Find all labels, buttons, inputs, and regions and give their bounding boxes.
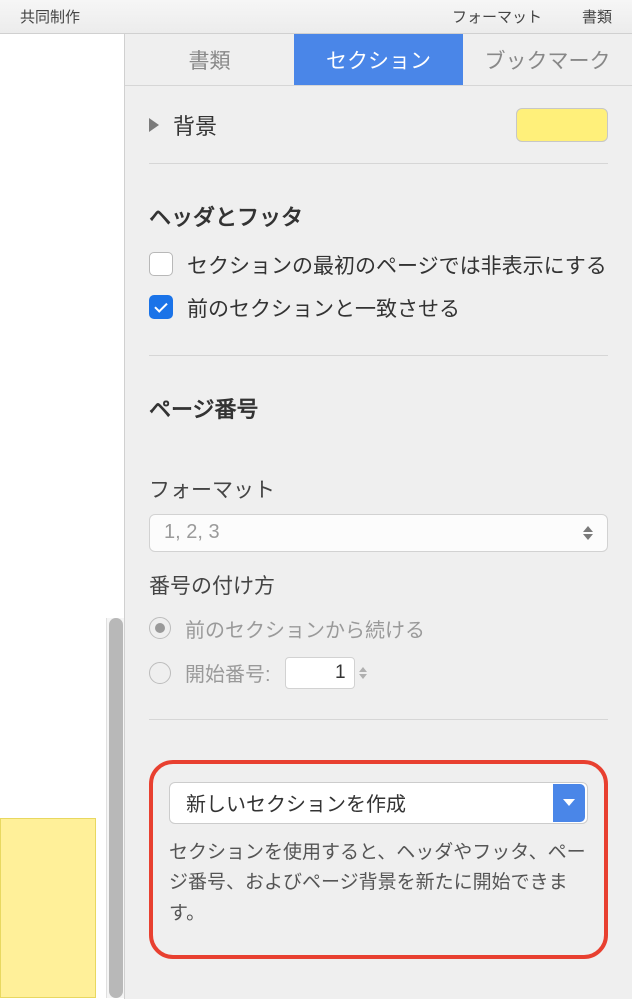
start-at-stepper[interactable] xyxy=(359,667,367,679)
chevron-down-icon xyxy=(583,534,593,540)
match-previous-checkbox[interactable] xyxy=(149,295,173,319)
format-label: フォーマット xyxy=(149,474,608,504)
inspector-tabs: 書類 セクション ブックマーク xyxy=(125,34,632,86)
chevron-down-icon xyxy=(359,674,367,679)
create-section-highlight: 新しいセクションを作成 セクションを使用すると、ヘッダやフッタ、ページ番号、およ… xyxy=(149,760,608,959)
continue-radio-label: 前のセクションから続ける xyxy=(185,614,425,643)
match-previous-label: 前のセクションと一致させる xyxy=(187,295,460,324)
tab-document[interactable]: 書類 xyxy=(125,34,294,85)
checkmark-icon xyxy=(154,299,167,312)
start-at-value: 1 xyxy=(335,662,346,684)
hide-first-page-checkbox[interactable] xyxy=(149,252,173,276)
canvas-area xyxy=(0,34,124,999)
create-section-select[interactable]: 新しいセクションを作成 xyxy=(169,782,588,824)
create-section-help: セクションを使用すると、ヘッダやフッタ、ページ番号、およびページ背景を新たに開始… xyxy=(169,838,588,929)
chevron-down-icon xyxy=(563,799,575,806)
headers-footers-title: ヘッダとフッタ xyxy=(149,200,608,232)
continue-radio[interactable] xyxy=(149,617,171,639)
tab-bookmarks[interactable]: ブックマーク xyxy=(463,34,632,85)
start-at-input[interactable]: 1 xyxy=(285,657,355,689)
create-section-label: 新しいセクションを作成 xyxy=(186,788,406,817)
tab-section[interactable]: セクション xyxy=(294,34,463,85)
hide-first-page-label: セクションの最初のページでは非表示にする xyxy=(187,252,607,281)
toolbar: 共同制作 フォーマット 書類 xyxy=(0,0,632,34)
scrollbar-thumb[interactable] xyxy=(109,618,123,998)
toolbar-collaborate[interactable]: 共同制作 xyxy=(20,6,80,27)
toolbar-document[interactable]: 書類 xyxy=(582,6,612,27)
page-numbers-title: ページ番号 xyxy=(149,392,608,424)
chevron-up-icon xyxy=(583,526,593,532)
start-at-radio[interactable] xyxy=(149,662,171,684)
background-label: 背景 xyxy=(173,109,217,141)
background-color-well[interactable] xyxy=(516,108,608,142)
inspector-panel: 書類 セクション ブックマーク 背景 ヘッダとフッタ セクションの最初のページで… xyxy=(124,34,632,999)
numbering-label: 番号の付け方 xyxy=(149,570,608,600)
format-select[interactable]: 1, 2, 3 xyxy=(149,514,608,552)
scrollbar[interactable] xyxy=(106,618,124,998)
background-row[interactable]: 背景 xyxy=(149,86,608,164)
disclosure-triangle-icon[interactable] xyxy=(149,118,159,132)
toolbar-format[interactable]: フォーマット xyxy=(452,6,542,27)
start-at-radio-label: 開始番号: xyxy=(185,658,271,687)
dropdown-arrow-button[interactable] xyxy=(553,784,585,822)
format-select-value: 1, 2, 3 xyxy=(164,521,220,544)
page-thumbnail[interactable] xyxy=(0,818,96,998)
chevron-up-icon xyxy=(359,667,367,672)
